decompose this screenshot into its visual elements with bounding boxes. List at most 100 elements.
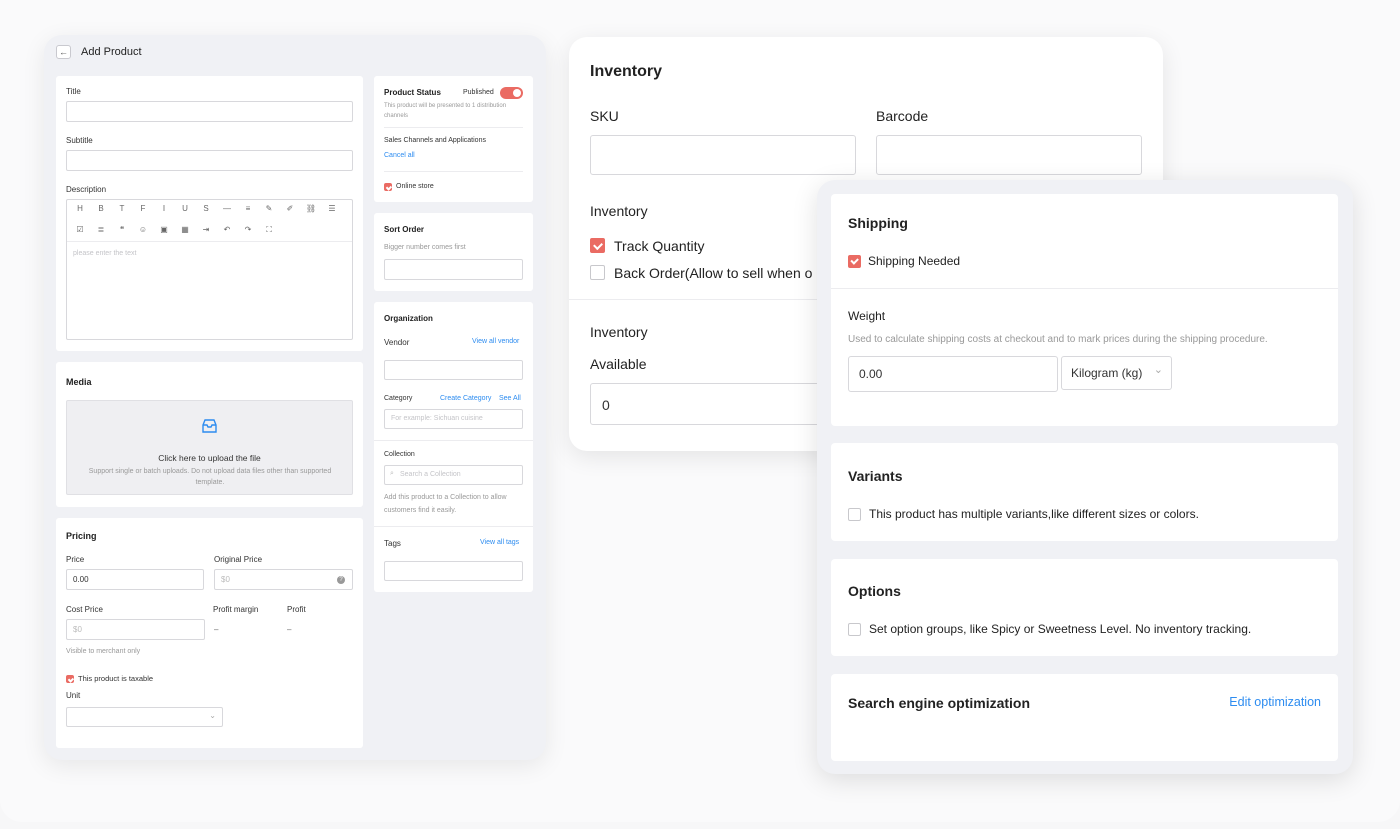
editor-tool-button[interactable]: ✐ [284, 204, 296, 213]
online-store-label: Online store [396, 183, 434, 190]
collection-hint: Add this product to a Collection to allo… [384, 494, 507, 514]
weight-input[interactable]: 0.00 [848, 356, 1058, 392]
upload-area[interactable]: Click here to upload the file Support si… [66, 400, 353, 495]
editor-tool-button[interactable]: S [200, 204, 212, 213]
edit-optimization-link[interactable]: Edit optimization [1229, 695, 1321, 709]
pricing-title: Pricing [66, 531, 97, 541]
tags-input[interactable] [384, 561, 523, 581]
view-all-tags-link[interactable]: View all tags [480, 539, 519, 546]
editor-tool-button[interactable]: ☑ [74, 225, 86, 234]
vendor-label: Vendor [384, 338, 410, 347]
title-input[interactable] [66, 101, 353, 122]
unit-select[interactable]: ⌄ [66, 707, 223, 727]
cost-price-label: Cost Price [66, 605, 103, 614]
unit-label: Unit [66, 691, 81, 700]
options-card: Options Set option groups, like Spicy or… [831, 559, 1338, 656]
editor-tool-button[interactable]: ✎ [263, 204, 275, 213]
track-quantity-label: Track Quantity [614, 238, 705, 254]
options-checkbox[interactable] [848, 623, 861, 636]
see-all-link[interactable]: See All [499, 395, 521, 402]
editor-tool-button[interactable]: ▦ [179, 225, 191, 234]
shipping-needed-checkbox[interactable] [848, 255, 861, 268]
upload-title: Click here to upload the file [158, 453, 261, 463]
barcode-input[interactable] [876, 135, 1142, 175]
back-order-label: Back Order(Allow to sell when o [614, 265, 813, 281]
visible-note: Visible to merchant only [66, 648, 141, 655]
editor-tool-button[interactable]: ≡ [242, 204, 254, 213]
profit-margin-label: Profit margin [213, 605, 259, 614]
sku-input[interactable] [590, 135, 856, 175]
organization-title: Organization [384, 314, 433, 323]
divider [831, 288, 1338, 289]
editor-tool-button[interactable]: ≣ [95, 225, 107, 234]
create-category-link[interactable]: Create Category [440, 395, 491, 402]
editor-tool-button[interactable]: F [137, 204, 149, 213]
editor-tool-button[interactable]: — [221, 204, 233, 213]
editor-tool-button[interactable]: I [158, 204, 170, 213]
divider [374, 440, 533, 441]
editor-tool-button[interactable]: ↷ [242, 225, 254, 234]
editor-tool-button[interactable]: H [74, 204, 86, 213]
variants-option-label: This product has multiple variants,like … [869, 507, 1199, 521]
cancel-all-link[interactable]: Cancel all [384, 152, 415, 159]
description-label: Description [66, 185, 107, 194]
editor-tool-button[interactable]: ⛶ [263, 225, 275, 235]
original-price-placeholder: $0 [221, 575, 230, 584]
pricing-card: Pricing Price 0.00 Original Price $0? Co… [56, 518, 363, 748]
help-icon: ? [337, 576, 345, 584]
chevron-down-icon: ⌄ [209, 711, 216, 720]
price-input[interactable]: 0.00 [66, 569, 204, 590]
editor-tool-button[interactable]: ☺ [137, 225, 149, 234]
description-editor[interactable]: H B T F I U S — ≡ ✎ ✐ ⛓ ☰ ☑ ≣ ❝ ☺ ▣ ▦ ⇥ ↶ ↷ ⛶ please enter th… [66, 199, 353, 340]
sort-order-card: Sort Order Bigger number comes first [374, 213, 533, 291]
canvas: ← Add Product Title Subtitle Description… [0, 0, 1400, 822]
profit-label: Profit [287, 605, 306, 614]
online-store-checkbox[interactable] [384, 183, 392, 191]
cost-price-placeholder: $0 [73, 625, 82, 634]
profit-margin-value: – [214, 625, 219, 634]
variants-card: Variants This product has multiple varia… [831, 443, 1338, 541]
variants-checkbox[interactable] [848, 508, 861, 521]
original-price-input[interactable]: $0? [214, 569, 353, 590]
inventory-section2-label: Inventory [590, 324, 648, 340]
profit-value: – [287, 625, 292, 634]
back-order-checkbox[interactable] [590, 265, 605, 280]
editor-tool-button[interactable]: ☰ [326, 204, 338, 213]
basic-info-card: Title Subtitle Description H B T F I U S — ≡ ✎ ✐ ⛓ ☰… [56, 76, 363, 351]
published-toggle[interactable] [500, 87, 523, 99]
chevron-down-icon: ⌄ [1153, 364, 1163, 376]
shipping-needed-label: Shipping Needed [868, 254, 961, 268]
view-all-vendor-link[interactable]: View all vendor [472, 338, 519, 345]
product-status-card: Product Status Published This product wi… [374, 76, 533, 202]
back-button[interactable]: ← [56, 45, 71, 59]
inventory-title: Inventory [590, 63, 663, 80]
vendor-input[interactable] [384, 360, 523, 380]
editor-tool-button[interactable]: T [116, 204, 128, 213]
subtitle-input[interactable] [66, 150, 353, 171]
status-title: Product Status [384, 88, 441, 97]
seo-card: Search engine optimization Edit optimiza… [831, 674, 1338, 761]
sort-input[interactable] [384, 259, 523, 280]
inbox-icon [202, 419, 217, 433]
seo-title: Search engine optimization [848, 695, 1031, 711]
available-label: Available [590, 356, 647, 372]
editor-tool-button[interactable]: B [95, 204, 107, 213]
editor-tool-button[interactable]: ⇥ [200, 225, 212, 234]
editor-tool-button[interactable]: ▣ [158, 225, 170, 234]
status-note: This product will be presented to 1 dist… [384, 103, 507, 119]
cost-price-input[interactable]: $0 [66, 619, 205, 640]
editor-tool-button[interactable]: U [179, 204, 191, 213]
category-input[interactable]: For example: Sichuan cuisine [384, 409, 523, 429]
editor-tool-button[interactable]: ↶ [221, 225, 233, 234]
weight-unit-select[interactable]: Kilogram (kg) ⌄ [1061, 356, 1172, 390]
editor-tool-button[interactable]: ⛓ [305, 204, 317, 213]
price-value: 0.00 [73, 575, 89, 584]
track-quantity-checkbox[interactable] [590, 238, 605, 253]
toggle-knob [513, 89, 521, 97]
editor-tool-button[interactable]: ❝ [116, 225, 128, 234]
taxable-checkbox[interactable] [66, 675, 74, 683]
available-value: 0 [602, 397, 610, 413]
weight-value: 0.00 [859, 367, 883, 381]
collection-search[interactable]: ⌕ Search a Collection [384, 465, 523, 485]
arrow-left-icon: ← [59, 47, 68, 57]
